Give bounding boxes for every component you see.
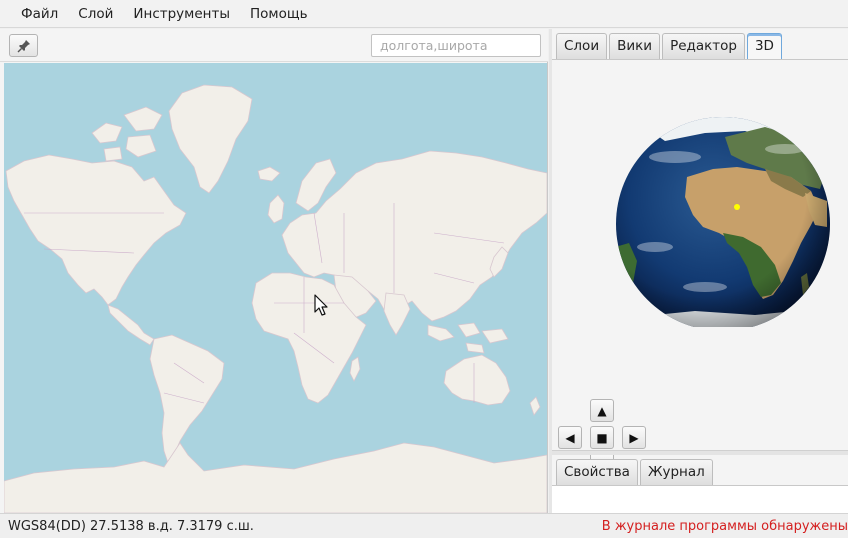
globe-view[interactable] bbox=[615, 97, 831, 331]
menu-bar: Файл Слой Инструменты Помощь bbox=[0, 0, 848, 28]
tab-layers[interactable]: Слои bbox=[556, 33, 608, 59]
nav-up-button[interactable]: ▲ bbox=[590, 399, 614, 422]
arrow-right-icon: ▶ bbox=[629, 430, 639, 445]
status-warning[interactable]: В журнале программы обнаружены bbox=[602, 519, 848, 534]
pin-button[interactable] bbox=[9, 34, 38, 57]
bottom-tabbar: Свойства Журнал bbox=[552, 459, 715, 485]
nav-left-button[interactable]: ◀ bbox=[558, 426, 582, 449]
nav-right-button[interactable]: ▶ bbox=[622, 426, 646, 449]
arrow-up-icon: ▲ bbox=[597, 403, 607, 418]
status-bar: WGS84(DD) 27.5138 в.д. 7.3179 с.ш. В жур… bbox=[0, 513, 848, 538]
menu-layer[interactable]: Слой bbox=[68, 0, 123, 28]
status-coordinates: WGS84(DD) 27.5138 в.д. 7.3179 с.ш. bbox=[8, 519, 254, 534]
stop-icon: ■ bbox=[596, 430, 608, 445]
tab-wiki[interactable]: Вики bbox=[609, 33, 661, 59]
bottom-panel-content bbox=[552, 485, 848, 513]
horizontal-splitter[interactable] bbox=[552, 450, 848, 455]
map-view[interactable] bbox=[4, 63, 547, 513]
tab-editor[interactable]: Редактор bbox=[662, 33, 745, 59]
world-map bbox=[4, 63, 547, 513]
menu-tools[interactable]: Инструменты bbox=[123, 0, 240, 28]
nav-stop-button[interactable]: ■ bbox=[590, 426, 614, 449]
pin-icon bbox=[17, 39, 30, 52]
tab-3d[interactable]: 3D bbox=[746, 33, 782, 59]
tab-properties[interactable]: Свойства bbox=[556, 459, 638, 485]
map-toolbar bbox=[0, 29, 548, 62]
menu-file[interactable]: Файл bbox=[11, 0, 68, 28]
globe bbox=[616, 117, 830, 331]
location-marker bbox=[734, 204, 740, 210]
coordinates-input[interactable] bbox=[371, 34, 541, 57]
menu-help[interactable]: Помощь bbox=[240, 0, 318, 28]
3d-tab-content: ▲ ◀ ■ ▶ ▼ bbox=[552, 59, 848, 475]
side-panel: Слои Вики Редактор 3D ▲ ◀ ■ ▶ Свойства Ж… bbox=[552, 29, 848, 513]
side-tabbar: Слои Вики Редактор 3D bbox=[552, 33, 784, 59]
arrow-left-icon: ◀ bbox=[565, 430, 575, 445]
map-pane bbox=[0, 29, 548, 513]
tab-log[interactable]: Журнал bbox=[639, 459, 713, 485]
